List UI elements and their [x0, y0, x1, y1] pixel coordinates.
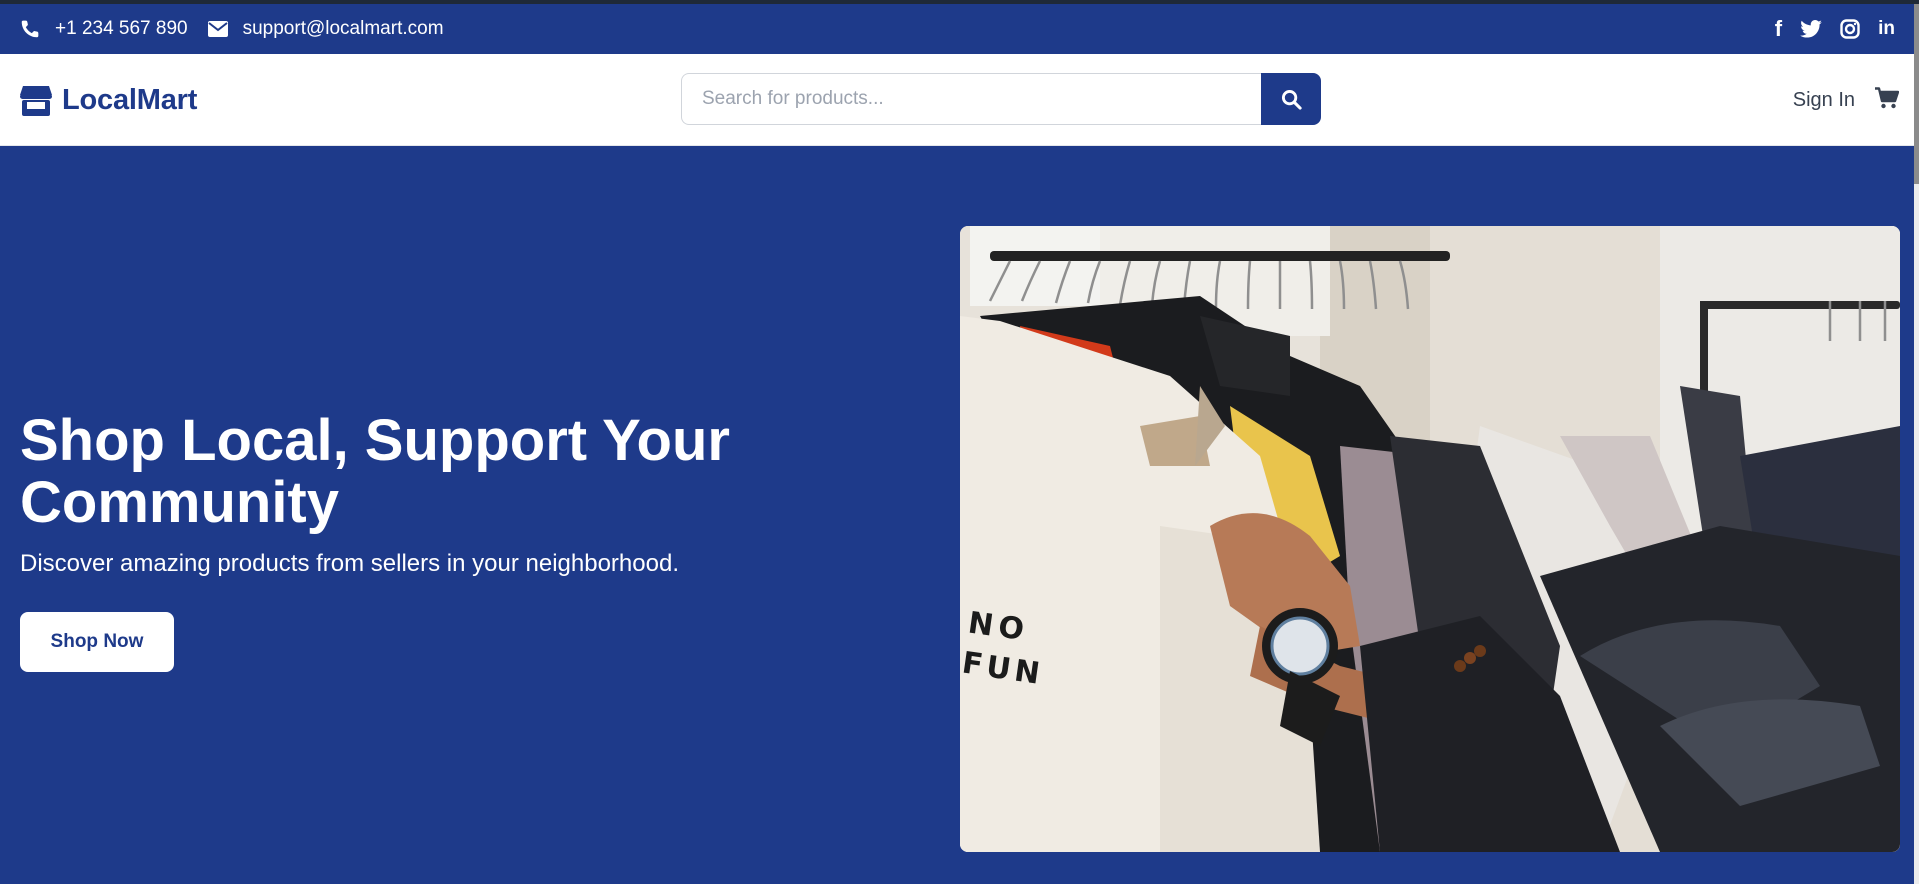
hero-section: Shop Local, Support Your Community Disco… — [0, 146, 1919, 884]
nav-actions: Sign In — [1793, 87, 1900, 114]
instagram-icon[interactable] — [1840, 17, 1860, 41]
search-bar — [681, 73, 1321, 125]
svg-text:N: N — [1012, 654, 1042, 692]
phone-number: +1 234 567 890 — [55, 18, 188, 39]
hero-title: Shop Local, Support Your Community — [20, 408, 730, 535]
sign-in-link[interactable]: Sign In — [1793, 89, 1855, 112]
twitter-icon[interactable] — [1800, 17, 1822, 41]
search-icon — [1281, 89, 1302, 110]
phone-link[interactable]: +1 234 567 890 — [20, 18, 188, 40]
shop-now-button[interactable]: Shop Now — [20, 612, 174, 672]
brand-name: LocalMart — [62, 84, 198, 116]
top-contact-bar: +1 234 567 890 support@localmart.com f i… — [0, 4, 1919, 54]
main-navbar: LocalMart Sign In — [0, 54, 1919, 146]
hero-image: N O F U N — [960, 226, 1900, 852]
email-link[interactable]: support@localmart.com — [207, 18, 444, 40]
phone-icon — [21, 20, 39, 38]
hero-subtitle: Discover amazing products from sellers i… — [20, 550, 679, 577]
cart-icon[interactable] — [1875, 87, 1900, 114]
scrollbar-thumb[interactable] — [1914, 4, 1919, 184]
envelope-icon — [207, 21, 228, 37]
svg-text:O: O — [996, 610, 1026, 648]
svg-text:U: U — [984, 650, 1013, 688]
linkedin-icon[interactable]: in — [1878, 17, 1895, 41]
contact-info: +1 234 567 890 support@localmart.com — [20, 18, 464, 40]
store-icon — [20, 85, 52, 116]
search-button[interactable] — [1261, 73, 1321, 125]
email-address: support@localmart.com — [242, 18, 444, 39]
search-input[interactable] — [681, 73, 1261, 125]
social-links: f in — [1775, 16, 1895, 41]
svg-text:N: N — [966, 606, 996, 644]
brand-logo[interactable]: LocalMart — [20, 84, 197, 117]
facebook-icon[interactable]: f — [1775, 16, 1782, 41]
